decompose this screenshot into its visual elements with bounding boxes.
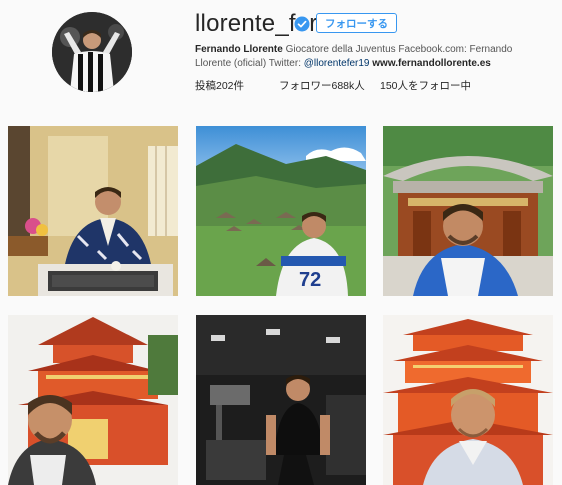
following-count[interactable]: 150人をフォロー中 xyxy=(380,78,471,93)
photo-tile-5[interactable] xyxy=(196,315,366,485)
photo-grid: 72 xyxy=(0,126,562,485)
photo-tile-4[interactable] xyxy=(8,315,178,485)
bio-full-name: Fernando Llorente xyxy=(195,44,283,55)
bio-website-link[interactable]: www.fernandollorente.es xyxy=(372,58,491,69)
photo-tile-1[interactable] xyxy=(8,126,178,296)
profile-bio: Fernando Llorente Giocatore della Juvent… xyxy=(195,43,545,70)
followers-count[interactable]: フォロワー688k人 xyxy=(279,78,365,93)
profile-avatar[interactable] xyxy=(52,12,132,92)
photo-tile-6[interactable] xyxy=(383,315,553,485)
bio-mention-link[interactable]: @llorentefer19 xyxy=(304,58,370,69)
svg-text:72: 72 xyxy=(299,269,321,291)
photo-tile-3[interactable] xyxy=(383,126,553,296)
follow-button[interactable]: フォローする xyxy=(316,13,397,33)
profile-header: llorente_fer フォローする Fernando Llorente Gi… xyxy=(0,0,562,118)
posts-count: 投稿202件 xyxy=(195,80,245,92)
photo-tile-2[interactable]: 72 xyxy=(196,126,366,296)
verified-badge-icon xyxy=(294,16,310,32)
